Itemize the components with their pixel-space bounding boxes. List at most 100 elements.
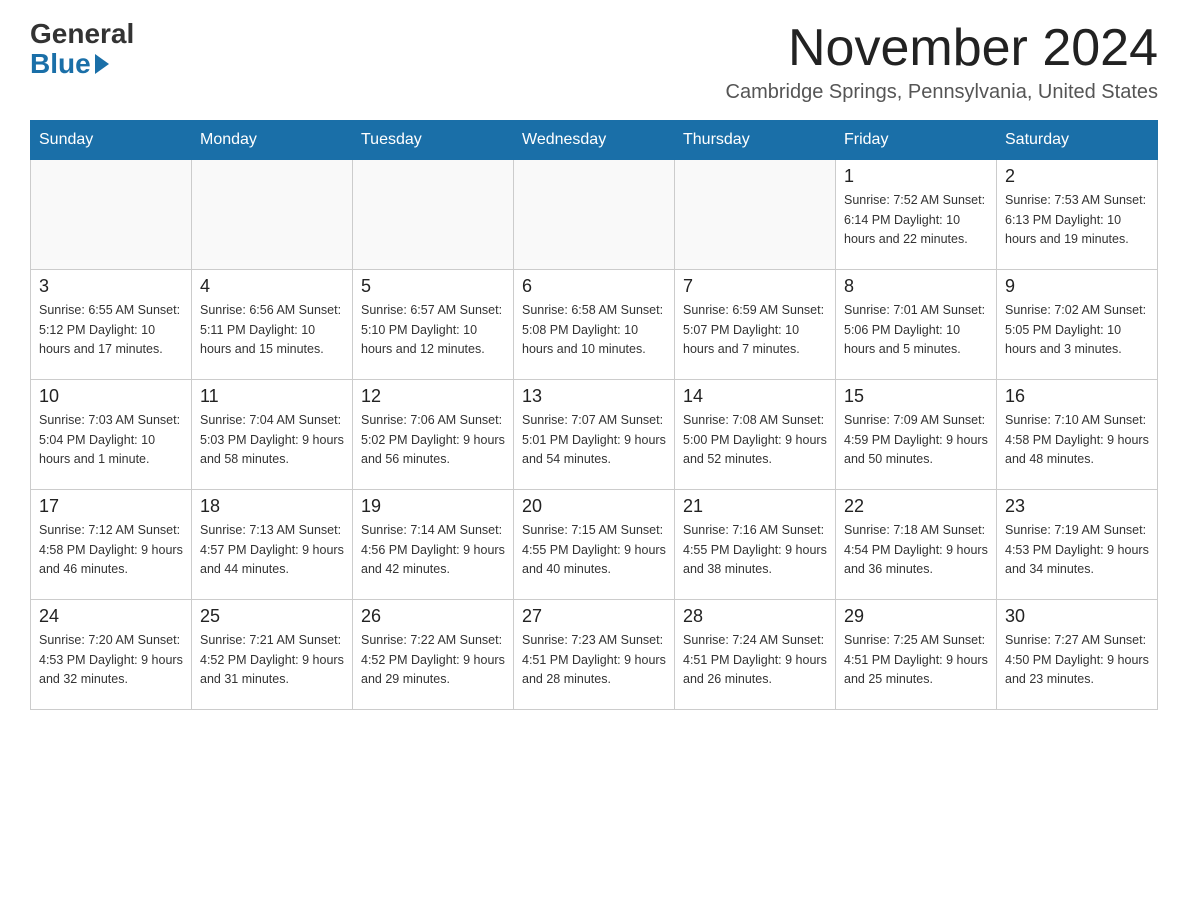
day-number: 13 bbox=[522, 386, 666, 407]
day-info: Sunrise: 7:04 AM Sunset: 5:03 PM Dayligh… bbox=[200, 411, 344, 469]
calendar-cell: 12Sunrise: 7:06 AM Sunset: 5:02 PM Dayli… bbox=[353, 380, 514, 490]
calendar-cell: 21 Sunrise: 7:16 AM Sunset: 4:55 PM Dayli… bbox=[675, 490, 836, 600]
day-number: 24 bbox=[39, 606, 183, 627]
day-info: Sunrise: 7:08 AM Sunset: 5:00 PM Dayligh… bbox=[683, 411, 827, 469]
logo-general-text: General bbox=[30, 20, 134, 48]
day-info: Sunrise: 7:24 AM Sunset: 4:51 PM Dayligh… bbox=[683, 631, 827, 689]
calendar-cell: 16 Sunrise: 7:10 AM Sunset: 4:58 PM Dayli… bbox=[997, 380, 1158, 490]
day-number: 21 bbox=[683, 496, 827, 517]
month-title: November 2024 bbox=[726, 20, 1158, 77]
calendar-cell: 5Sunrise: 6:57 AM Sunset: 5:10 PM Daylig… bbox=[353, 270, 514, 380]
calendar-cell: 26 Sunrise: 7:22 AM Sunset: 4:52 PM Dayli… bbox=[353, 600, 514, 710]
calendar-cell: 8Sunrise: 7:01 AM Sunset: 5:06 PM Daylig… bbox=[836, 270, 997, 380]
column-header-saturday: Saturday bbox=[997, 121, 1158, 160]
day-number: 26 bbox=[361, 606, 505, 627]
day-number: 17 bbox=[39, 496, 183, 517]
calendar-cell bbox=[192, 160, 353, 270]
calendar-cell: 6 Sunrise: 6:58 AM Sunset: 5:08 PM Daylig… bbox=[514, 270, 675, 380]
calendar-cell: 25Sunrise: 7:21 AM Sunset: 4:52 PM Dayli… bbox=[192, 600, 353, 710]
day-number: 18 bbox=[200, 496, 344, 517]
week-row-2: 3 Sunrise: 6:55 AM Sunset: 5:12 PM Daylig… bbox=[31, 270, 1158, 380]
day-number: 29 bbox=[844, 606, 988, 627]
calendar-cell bbox=[353, 160, 514, 270]
column-header-wednesday: Wednesday bbox=[514, 121, 675, 160]
day-number: 1 bbox=[844, 166, 988, 187]
day-number: 19 bbox=[361, 496, 505, 517]
calendar-cell: 15 Sunrise: 7:09 AM Sunset: 4:59 PM Dayli… bbox=[836, 380, 997, 490]
column-header-thursday: Thursday bbox=[675, 121, 836, 160]
day-number: 3 bbox=[39, 276, 183, 297]
day-number: 6 bbox=[522, 276, 666, 297]
column-header-tuesday: Tuesday bbox=[353, 121, 514, 160]
week-row-3: 10 Sunrise: 7:03 AM Sunset: 5:04 PM Dayli… bbox=[31, 380, 1158, 490]
calendar-cell: 30Sunrise: 7:27 AM Sunset: 4:50 PM Dayli… bbox=[997, 600, 1158, 710]
column-header-monday: Monday bbox=[192, 121, 353, 160]
day-number: 20 bbox=[522, 496, 666, 517]
calendar-cell bbox=[675, 160, 836, 270]
calendar-cell: 1 Sunrise: 7:52 AM Sunset: 6:14 PM Daylig… bbox=[836, 160, 997, 270]
calendar-cell: 20 Sunrise: 7:15 AM Sunset: 4:55 PM Dayli… bbox=[514, 490, 675, 600]
day-info: Sunrise: 7:25 AM Sunset: 4:51 PM Dayligh… bbox=[844, 631, 988, 689]
day-info: Sunrise: 7:14 AM Sunset: 4:56 PM Dayligh… bbox=[361, 521, 505, 579]
day-info: Sunrise: 7:16 AM Sunset: 4:55 PM Dayligh… bbox=[683, 521, 827, 579]
calendar-cell: 4 Sunrise: 6:56 AM Sunset: 5:11 PM Daylig… bbox=[192, 270, 353, 380]
day-info: Sunrise: 7:52 AM Sunset: 6:14 PM Dayligh… bbox=[844, 191, 988, 249]
day-number: 8 bbox=[844, 276, 988, 297]
calendar-cell bbox=[514, 160, 675, 270]
calendar-cell: 7Sunrise: 6:59 AM Sunset: 5:07 PM Daylig… bbox=[675, 270, 836, 380]
day-number: 15 bbox=[844, 386, 988, 407]
day-info: Sunrise: 6:56 AM Sunset: 5:11 PM Dayligh… bbox=[200, 301, 344, 359]
calendar-cell: 10 Sunrise: 7:03 AM Sunset: 5:04 PM Dayli… bbox=[31, 380, 192, 490]
calendar-cell: 28 Sunrise: 7:24 AM Sunset: 4:51 PM Dayli… bbox=[675, 600, 836, 710]
day-info: Sunrise: 7:20 AM Sunset: 4:53 PM Dayligh… bbox=[39, 631, 183, 689]
day-number: 11 bbox=[200, 386, 344, 407]
week-row-4: 17 Sunrise: 7:12 AM Sunset: 4:58 PM Dayli… bbox=[31, 490, 1158, 600]
day-info: Sunrise: 7:10 AM Sunset: 4:58 PM Dayligh… bbox=[1005, 411, 1149, 469]
day-number: 22 bbox=[844, 496, 988, 517]
day-info: Sunrise: 7:23 AM Sunset: 4:51 PM Dayligh… bbox=[522, 631, 666, 689]
week-row-5: 24 Sunrise: 7:20 AM Sunset: 4:53 PM Dayli… bbox=[31, 600, 1158, 710]
calendar-cell: 14 Sunrise: 7:08 AM Sunset: 5:00 PM Dayli… bbox=[675, 380, 836, 490]
day-number: 16 bbox=[1005, 386, 1149, 407]
day-info: Sunrise: 7:12 AM Sunset: 4:58 PM Dayligh… bbox=[39, 521, 183, 579]
calendar-cell: 24 Sunrise: 7:20 AM Sunset: 4:53 PM Dayli… bbox=[31, 600, 192, 710]
day-number: 2 bbox=[1005, 166, 1149, 187]
column-header-sunday: Sunday bbox=[31, 121, 192, 160]
day-number: 28 bbox=[683, 606, 827, 627]
calendar-cell: 2 Sunrise: 7:53 AM Sunset: 6:13 PM Daylig… bbox=[997, 160, 1158, 270]
calendar-cell: 29 Sunrise: 7:25 AM Sunset: 4:51 PM Dayli… bbox=[836, 600, 997, 710]
calendar-cell: 22Sunrise: 7:18 AM Sunset: 4:54 PM Dayli… bbox=[836, 490, 997, 600]
day-number: 7 bbox=[683, 276, 827, 297]
day-info: Sunrise: 7:22 AM Sunset: 4:52 PM Dayligh… bbox=[361, 631, 505, 689]
day-number: 23 bbox=[1005, 496, 1149, 517]
calendar-cell: 27Sunrise: 7:23 AM Sunset: 4:51 PM Dayli… bbox=[514, 600, 675, 710]
day-number: 14 bbox=[683, 386, 827, 407]
calendar-cell bbox=[31, 160, 192, 270]
location-title: Cambridge Springs, Pennsylvania, United … bbox=[726, 81, 1158, 104]
day-info: Sunrise: 7:53 AM Sunset: 6:13 PM Dayligh… bbox=[1005, 191, 1149, 249]
calendar-header-row: SundayMondayTuesdayWednesdayThursdayFrid… bbox=[31, 121, 1158, 160]
column-header-friday: Friday bbox=[836, 121, 997, 160]
day-info: Sunrise: 7:03 AM Sunset: 5:04 PM Dayligh… bbox=[39, 411, 183, 469]
calendar-cell: 23Sunrise: 7:19 AM Sunset: 4:53 PM Dayli… bbox=[997, 490, 1158, 600]
day-info: Sunrise: 7:02 AM Sunset: 5:05 PM Dayligh… bbox=[1005, 301, 1149, 359]
week-row-1: 1 Sunrise: 7:52 AM Sunset: 6:14 PM Daylig… bbox=[31, 160, 1158, 270]
day-number: 4 bbox=[200, 276, 344, 297]
day-info: Sunrise: 7:15 AM Sunset: 4:55 PM Dayligh… bbox=[522, 521, 666, 579]
logo-triangle-icon bbox=[95, 54, 109, 74]
title-area: November 2024 Cambridge Springs, Pennsyl… bbox=[726, 20, 1158, 104]
calendar: SundayMondayTuesdayWednesdayThursdayFrid… bbox=[30, 120, 1158, 710]
day-number: 9 bbox=[1005, 276, 1149, 297]
day-info: Sunrise: 7:09 AM Sunset: 4:59 PM Dayligh… bbox=[844, 411, 988, 469]
day-info: Sunrise: 7:21 AM Sunset: 4:52 PM Dayligh… bbox=[200, 631, 344, 689]
day-info: Sunrise: 6:58 AM Sunset: 5:08 PM Dayligh… bbox=[522, 301, 666, 359]
day-info: Sunrise: 6:57 AM Sunset: 5:10 PM Dayligh… bbox=[361, 301, 505, 359]
logo: General Blue bbox=[30, 20, 134, 80]
calendar-cell: 18Sunrise: 7:13 AM Sunset: 4:57 PM Dayli… bbox=[192, 490, 353, 600]
logo-blue-text: Blue bbox=[30, 48, 111, 80]
calendar-cell: 17 Sunrise: 7:12 AM Sunset: 4:58 PM Dayli… bbox=[31, 490, 192, 600]
day-number: 10 bbox=[39, 386, 183, 407]
calendar-cell: 13Sunrise: 7:07 AM Sunset: 5:01 PM Dayli… bbox=[514, 380, 675, 490]
day-info: Sunrise: 6:55 AM Sunset: 5:12 PM Dayligh… bbox=[39, 301, 183, 359]
calendar-cell: 3 Sunrise: 6:55 AM Sunset: 5:12 PM Daylig… bbox=[31, 270, 192, 380]
